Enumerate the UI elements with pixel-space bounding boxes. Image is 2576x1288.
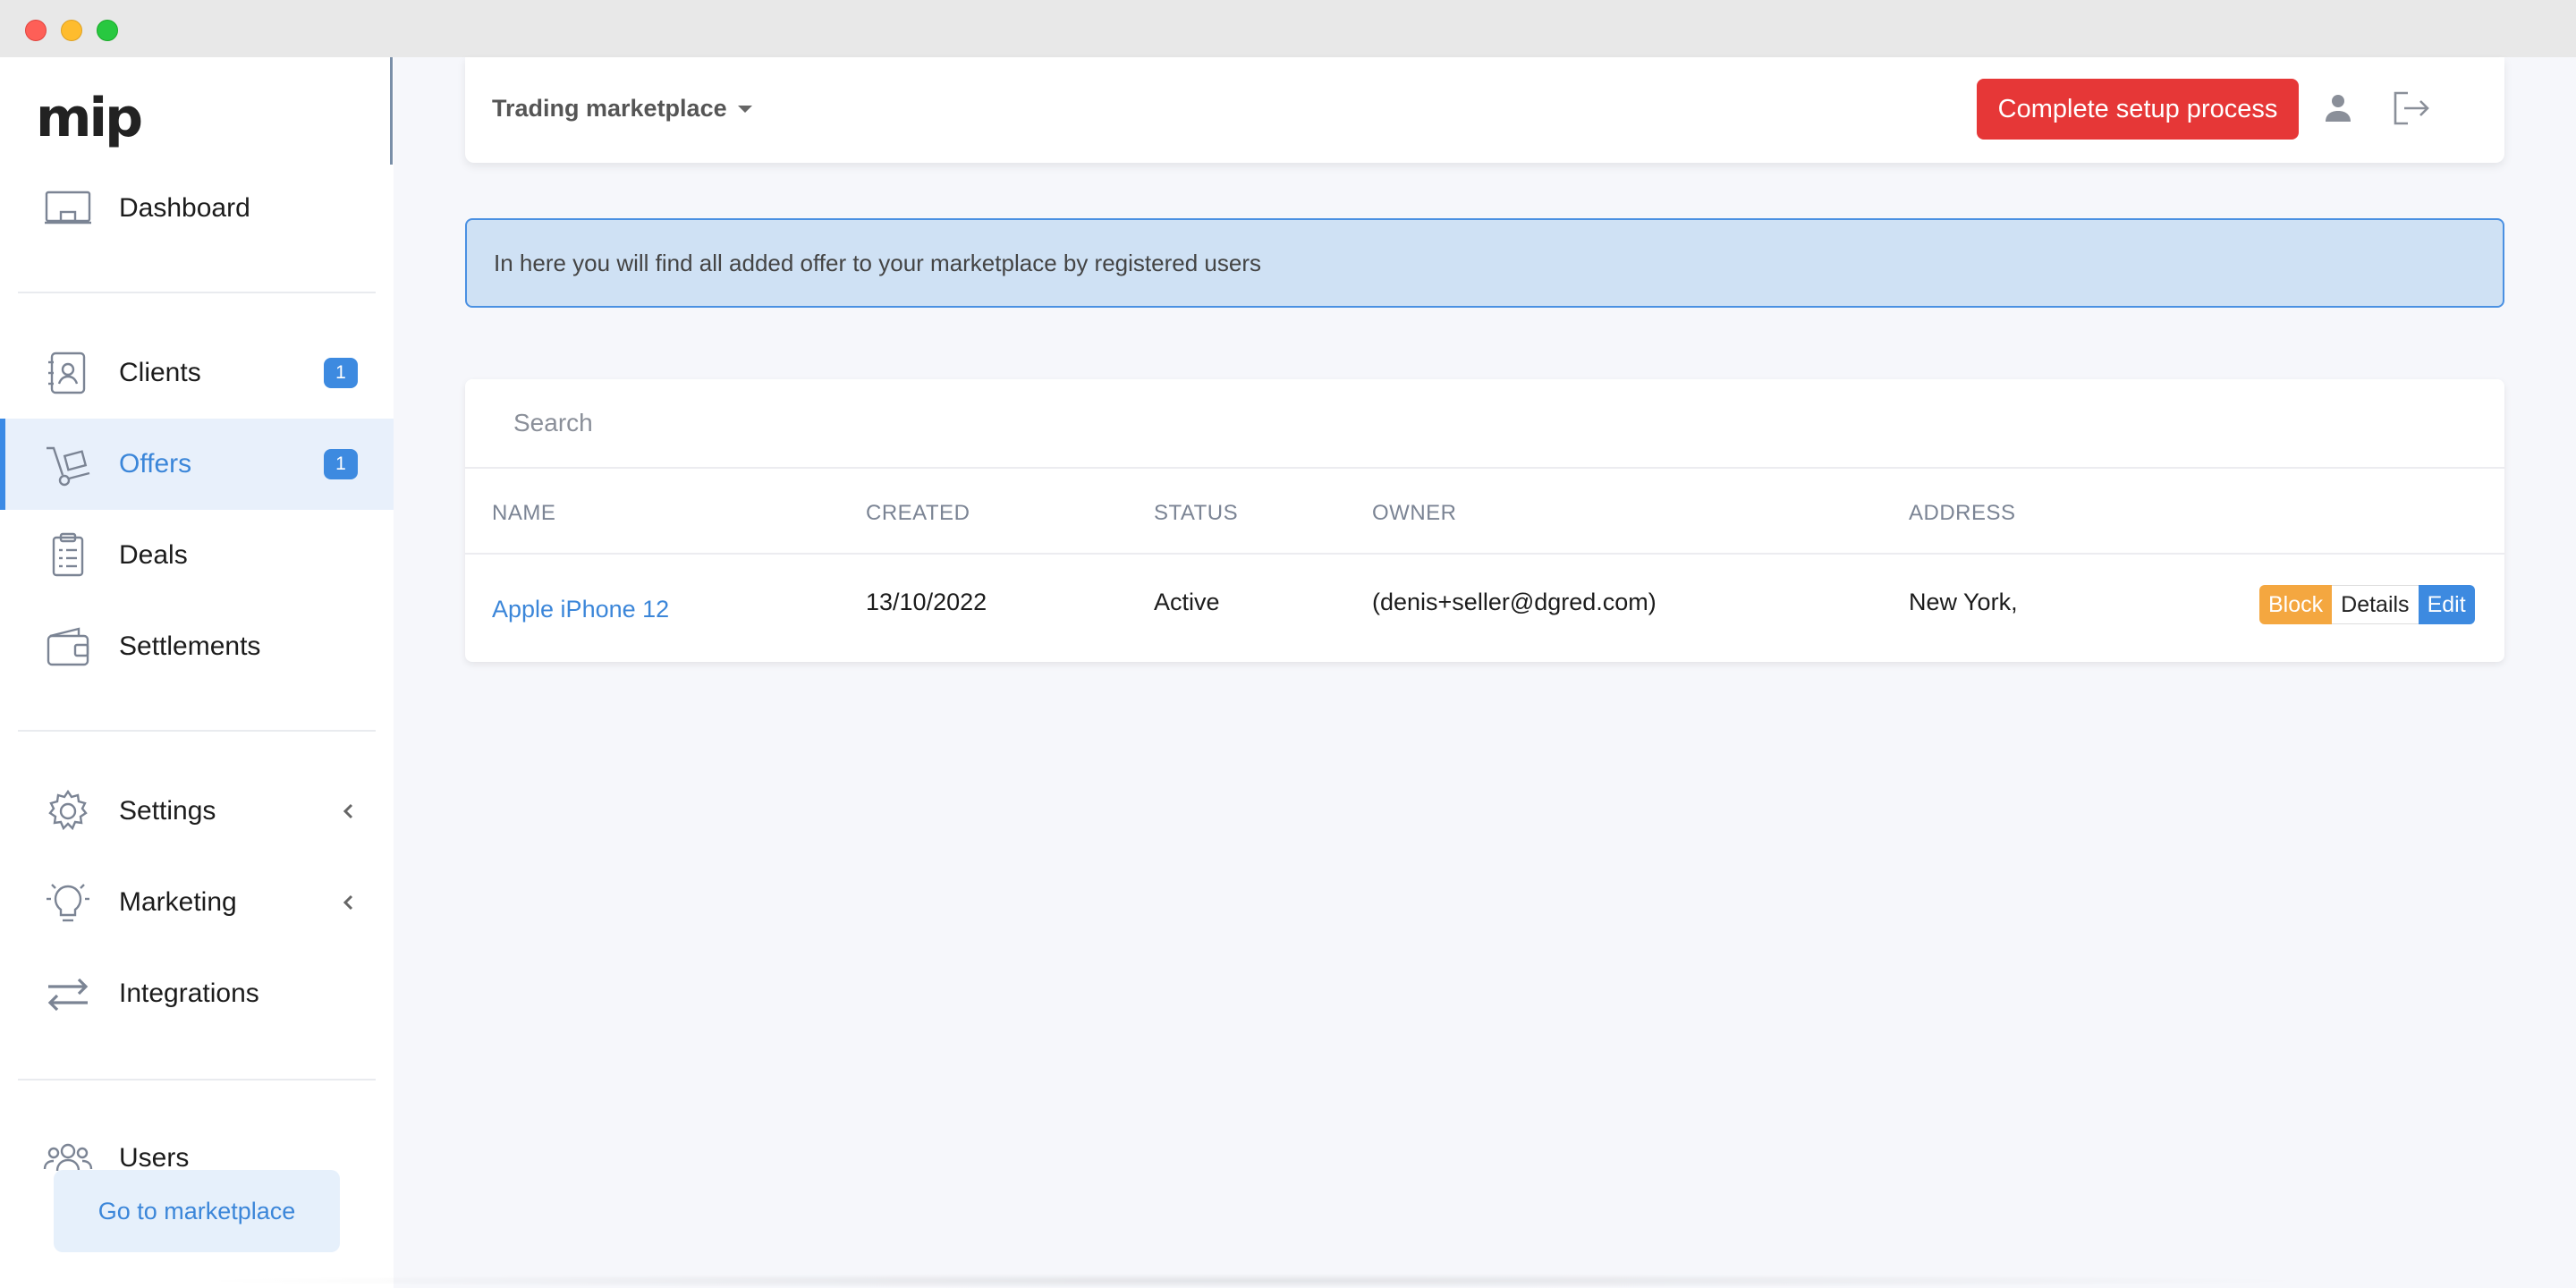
sidebar-item-label: Clients	[119, 358, 201, 387]
column-header-address[interactable]: ADDRESS	[1909, 501, 2016, 526]
column-header-created[interactable]: CREATED	[866, 501, 970, 526]
offer-name-link[interactable]: Apple iPhone 12	[492, 596, 669, 623]
sidebar-item-label: Users	[119, 1143, 190, 1173]
chevron-left-icon	[340, 802, 358, 820]
monitor-icon	[43, 183, 93, 233]
marketplace-selector[interactable]: Trading marketplace	[492, 95, 752, 123]
block-button[interactable]: Block	[2259, 585, 2333, 624]
sidebar-item-integrations[interactable]: Integrations	[0, 948, 394, 1039]
column-header-owner[interactable]: OWNER	[1372, 501, 1457, 526]
sidebar-item-deals[interactable]: Deals	[0, 510, 394, 601]
gear-icon	[43, 786, 93, 836]
marketplace-selector-label: Trading marketplace	[492, 95, 727, 122]
sidebar-divider	[18, 1079, 376, 1080]
sidebar-item-offers[interactable]: Offers 1	[0, 419, 394, 510]
go-to-marketplace-button[interactable]: Go to marketplace	[54, 1170, 340, 1252]
search-input[interactable]	[465, 379, 2504, 469]
user-profile-icon[interactable]	[2320, 89, 2356, 125]
sidebar-scrollbar[interactable]	[390, 57, 393, 165]
sidebar-item-settlements[interactable]: Settlements	[0, 601, 394, 692]
hand-truck-icon	[43, 439, 93, 489]
sidebar-item-marketing[interactable]: Marketing	[0, 857, 394, 948]
arrows-exchange-icon	[43, 969, 93, 1019]
offers-count-badge: 1	[324, 449, 358, 479]
sidebar-item-label: Offers	[119, 449, 192, 479]
sidebar-divider	[18, 292, 376, 293]
column-header-status[interactable]: STATUS	[1154, 501, 1238, 526]
offer-created-date: 13/10/2022	[866, 589, 987, 615]
offer-owner: (denis+seller@dgred.com)	[1372, 589, 1657, 615]
window-titlebar	[0, 0, 2576, 57]
sidebar-divider	[18, 730, 376, 732]
sidebar-item-label: Marketing	[119, 887, 237, 917]
column-header-name[interactable]: NAME	[492, 501, 555, 526]
sidebar-item-label: Settings	[119, 796, 216, 826]
sidebar-item-settings[interactable]: Settings	[0, 766, 394, 857]
chevron-left-icon	[340, 894, 358, 911]
offers-table-card: NAME CREATED STATUS OWNER ADDRESS Apple …	[465, 379, 2504, 662]
window-bottom-shadow	[179, 1274, 2326, 1288]
complete-setup-button[interactable]: Complete setup process	[1977, 79, 2299, 140]
minimize-window-button[interactable]	[61, 20, 82, 41]
table-header: NAME CREATED STATUS OWNER ADDRESS	[465, 469, 2504, 555]
offer-address: New York,	[1909, 589, 2018, 615]
sidebar-item-clients[interactable]: Clients 1	[0, 327, 394, 419]
sidebar-item-label: Integrations	[119, 979, 259, 1008]
wallet-icon	[43, 622, 93, 672]
sidebar: mip Dashboard Clients 1 Offers 1 Deals S…	[0, 57, 394, 1288]
table-row: Apple iPhone 12 13/10/2022 Active (denis…	[465, 555, 2504, 662]
contacts-icon	[43, 348, 93, 398]
sidebar-item-label: Deals	[119, 540, 188, 570]
offer-status: Active	[1154, 589, 1220, 615]
close-window-button[interactable]	[25, 20, 47, 41]
top-header: Trading marketplace Complete setup proce…	[465, 57, 2504, 163]
details-button[interactable]: Details	[2332, 585, 2419, 624]
clipboard-icon	[43, 530, 93, 580]
app-logo[interactable]: mip	[36, 91, 143, 145]
sidebar-item-label: Dashboard	[119, 193, 250, 223]
app-window: mip Dashboard Clients 1 Offers 1 Deals S…	[0, 57, 2576, 1288]
logout-icon[interactable]	[2388, 86, 2433, 131]
sidebar-item-dashboard[interactable]: Dashboard	[0, 163, 394, 254]
row-actions: Block Details Edit	[2259, 585, 2475, 624]
info-banner: In here you will find all added offer to…	[465, 218, 2504, 308]
maximize-window-button[interactable]	[97, 20, 118, 41]
lightbulb-icon	[43, 877, 93, 928]
caret-down-icon	[737, 105, 752, 113]
edit-button[interactable]: Edit	[2418, 585, 2475, 624]
clients-count-badge: 1	[324, 358, 358, 388]
sidebar-item-label: Settlements	[119, 631, 261, 661]
